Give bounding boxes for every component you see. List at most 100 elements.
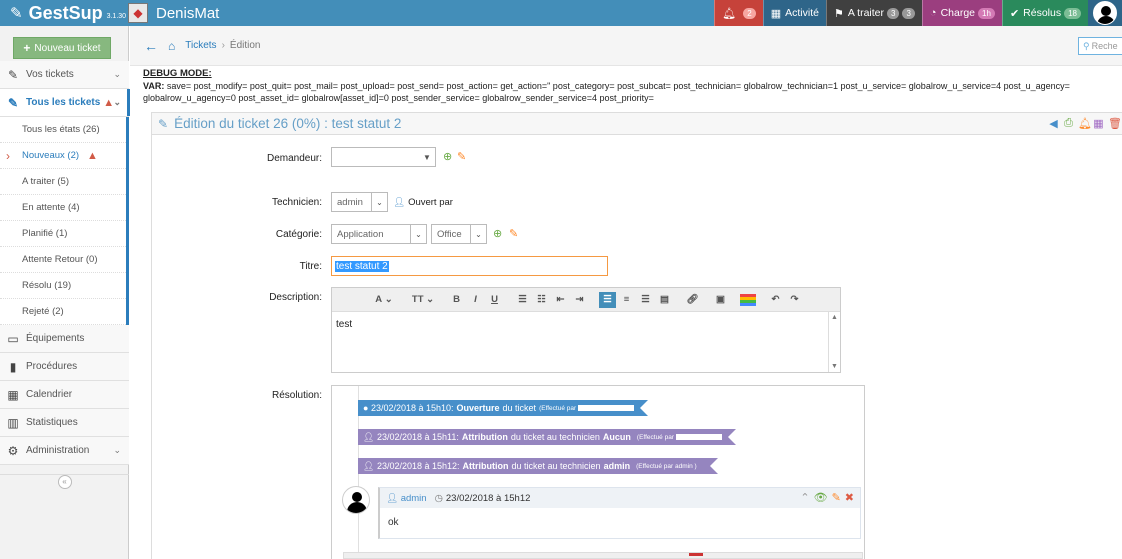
- chevron-down-icon: ⌄: [113, 445, 121, 455]
- link-icon[interactable]: 🔗︎: [684, 292, 701, 308]
- font-size-button[interactable]: TT ⌄: [409, 292, 437, 308]
- title-value: test statut 2: [335, 260, 389, 272]
- indent-icon[interactable]: ⇥: [571, 292, 588, 308]
- search-icon: ⚲: [1083, 40, 1090, 51]
- size-label: TT: [411, 294, 424, 305]
- event-date: 23/02/2018 à 15h10:: [370, 403, 454, 413]
- sidebar-subitem-todo[interactable]: A traiter (5): [0, 169, 126, 195]
- sidebar-subitem-resolved[interactable]: Résolu (19): [0, 273, 126, 299]
- align-left-icon[interactable]: ☰: [599, 291, 616, 308]
- sidebar-item-statistics[interactable]: ▥ Statistiques: [0, 409, 129, 437]
- redo-icon[interactable]: ↷: [786, 292, 803, 308]
- numbered-list-icon[interactable]: ☷: [533, 292, 550, 308]
- bullet-list-icon[interactable]: ☰: [514, 292, 531, 308]
- sidebar-item-administration[interactable]: ⚙ Administration ⌄: [0, 437, 129, 465]
- scroll-down-icon: ▼: [831, 363, 838, 370]
- check-circle-icon: ✔: [1009, 7, 1020, 20]
- sidebar-item-label: Équipements: [26, 333, 85, 344]
- trash-icon[interactable]: 🗑︎: [1108, 117, 1122, 130]
- align-center-icon[interactable]: ≡: [618, 292, 635, 308]
- user-block[interactable]: ◆ DenisMat: [128, 3, 219, 23]
- bold-button[interactable]: B: [448, 292, 465, 308]
- scroll-up-icon: ▲: [831, 314, 838, 321]
- color-palette-icon[interactable]: [740, 293, 756, 306]
- breadcrumb-current: Édition: [229, 40, 261, 51]
- avatar: [1093, 1, 1117, 25]
- pencil-icon[interactable]: ✎: [832, 491, 841, 504]
- subitem-label: Attente Retour (0): [22, 254, 98, 265]
- sidebar-item-procedures[interactable]: ▮ Procédures: [0, 353, 129, 381]
- print-icon[interactable]: ⎙: [1063, 117, 1074, 130]
- subcategory-select[interactable]: Office ⌄: [431, 224, 487, 244]
- sidebar-item-calendar[interactable]: ▦ Calendrier: [0, 381, 129, 409]
- category-select[interactable]: Application ⌄: [331, 224, 427, 244]
- eye-icon[interactable]: 👁︎: [814, 491, 828, 504]
- category-value: Application: [337, 228, 384, 240]
- edit-requester-icon[interactable]: ✎: [457, 150, 466, 163]
- activity-button[interactable]: ▦ Activité: [762, 0, 826, 26]
- debug-block: DEBUG MODE: VAR: save= post_modify= post…: [143, 68, 1118, 104]
- alerts-badge: 2: [743, 7, 756, 19]
- sidebar-collapse: «: [0, 474, 129, 489]
- sidebar-item-your-tickets[interactable]: ✎ Vos tickets ⌄: [0, 61, 129, 89]
- editor-scrollbar[interactable]: ▲ ▼: [828, 312, 840, 372]
- brand[interactable]: ✎ GestSup 3.1.30: [0, 3, 128, 24]
- sidebar-item-label: Administration: [26, 445, 90, 456]
- breadcrumb-tickets[interactable]: Tickets: [185, 40, 216, 51]
- undo-icon[interactable]: ↶: [767, 292, 784, 308]
- sidebar-subitem-all-states[interactable]: Tous les états (26): [0, 117, 126, 143]
- edit-category-icon[interactable]: ✎: [509, 227, 518, 240]
- font-family-button[interactable]: A ⌄: [370, 292, 398, 308]
- title-input[interactable]: test statut 2: [331, 256, 608, 276]
- sidebar-subitem-waiting[interactable]: En attente (4): [0, 195, 126, 221]
- underline-button[interactable]: U: [486, 292, 503, 308]
- image-icon[interactable]: ▣: [712, 292, 729, 308]
- search-input[interactable]: ⚲ Reche: [1078, 37, 1122, 55]
- close-icon[interactable]: ✖: [845, 491, 854, 504]
- event-date: 23/02/2018 à 15h11:: [376, 432, 459, 442]
- circle-icon: ●: [363, 403, 371, 413]
- ticket-tools: ◀ ⎙ 🔔︎ ▦ 🗑︎: [1048, 117, 1122, 130]
- calendar-icon[interactable]: ▦: [1093, 117, 1104, 130]
- event-action: Attribution: [462, 461, 509, 471]
- ticket-icon: ✎: [158, 116, 169, 131]
- sidebar-subitem-planned[interactable]: Planifié (1): [0, 221, 126, 247]
- comment-author[interactable]: admin: [401, 493, 427, 504]
- sidebar-subitem-rejected[interactable]: Rejeté (2): [0, 299, 126, 325]
- align-justify-icon[interactable]: ▤: [656, 292, 673, 308]
- sidebar-item-label: Calendrier: [26, 389, 73, 400]
- double-chevron-left-icon[interactable]: «: [57, 474, 72, 489]
- calendar-icon: ▦: [7, 387, 19, 402]
- subitem-label: Tous les états (26): [22, 124, 100, 135]
- back-circle-icon[interactable]: ◀: [1048, 117, 1059, 130]
- chevron-up-icon[interactable]: ⌃: [800, 491, 809, 504]
- outdent-icon[interactable]: ⇤: [552, 292, 569, 308]
- ticket-icon: ✎: [7, 95, 19, 110]
- bell-icon[interactable]: 🔔︎: [1078, 117, 1092, 130]
- sidebar-subitem-new[interactable]: Nouveaux (2) ▲: [0, 143, 126, 169]
- add-requester-icon[interactable]: ⊕: [443, 150, 452, 163]
- alerts-button[interactable]: 🔔︎ 2: [714, 0, 763, 26]
- arrow-left-icon[interactable]: ←: [144, 38, 158, 54]
- resolved-button[interactable]: ✔ Résolus 18: [1001, 0, 1088, 26]
- technician-select[interactable]: admin ⌄: [331, 192, 388, 212]
- sidebar-item-all-tickets[interactable]: ✎ Tous les tickets ▲ ⌄: [0, 89, 130, 117]
- subcategory-value: Office: [437, 228, 462, 240]
- sidebar-subitem-awaiting-reply[interactable]: Attente Retour (0): [0, 247, 126, 273]
- sidebar-item-equipment[interactable]: ▭ Équipements: [0, 325, 129, 353]
- charge-button[interactable]: ◔ Charge 1h: [921, 0, 1002, 26]
- bar-chart-icon: ▥: [7, 415, 19, 430]
- color-palette-icon[interactable]: [689, 553, 703, 556]
- todo-badge-2: 3: [902, 7, 915, 19]
- todo-button[interactable]: ⚑ A traiter 3 3: [825, 0, 922, 26]
- align-right-icon[interactable]: ☰: [637, 292, 654, 308]
- italic-button[interactable]: I: [467, 292, 484, 308]
- home-icon[interactable]: ⌂: [168, 39, 175, 53]
- requester-select[interactable]: ▼: [331, 147, 436, 167]
- description-text[interactable]: test: [332, 312, 840, 337]
- search-placeholder: Reche: [1091, 41, 1118, 51]
- add-category-icon[interactable]: ⊕: [493, 227, 502, 240]
- user-avatar-button[interactable]: [1088, 0, 1122, 26]
- new-ticket-button[interactable]: + Nouveau ticket: [13, 37, 111, 59]
- subitem-label: A traiter (5): [22, 176, 69, 187]
